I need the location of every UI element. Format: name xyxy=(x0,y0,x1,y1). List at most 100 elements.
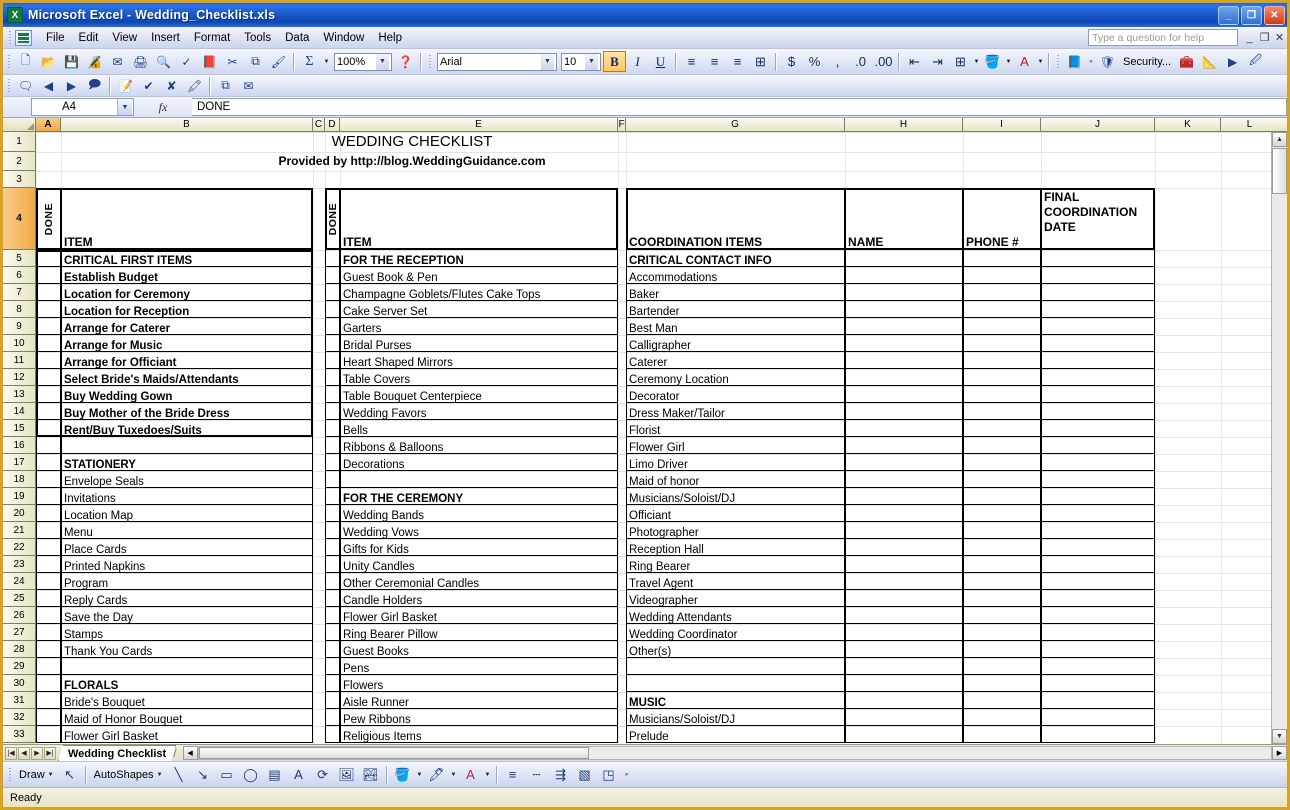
align-left-icon[interactable]: ≡ xyxy=(680,51,703,72)
fill-color-icon[interactable]: 🪣 xyxy=(391,764,415,786)
next-sheet-icon[interactable]: ▶ xyxy=(31,746,43,760)
accept-change-icon[interactable]: ✔ xyxy=(137,75,160,96)
row-header-26[interactable]: 26 xyxy=(3,607,36,624)
new-icon[interactable]: 🗋 xyxy=(14,51,37,73)
scroll-down-icon[interactable]: ▼ xyxy=(1272,729,1287,744)
borders-dropdown-icon[interactable]: ▼ xyxy=(972,51,981,72)
row-header-32[interactable]: 32 xyxy=(3,709,36,726)
shadow-style-icon[interactable]: ▧ xyxy=(573,764,597,786)
worksheet-cells[interactable]: WEDDING CHECKLIST Provided by http://blog… xyxy=(36,132,1271,744)
mail-recipient-icon[interactable]: ✉ xyxy=(237,75,260,96)
column-header-h[interactable]: H xyxy=(845,118,963,132)
help-icon[interactable]: ❓ xyxy=(394,51,417,73)
menubar-grip-handle[interactable] xyxy=(5,28,14,47)
row-header-2[interactable]: 2 xyxy=(3,152,36,171)
currency-icon[interactable]: $ xyxy=(780,51,803,72)
permission-icon[interactable]: 🔏 xyxy=(83,51,106,73)
menu-item-insert[interactable]: Insert xyxy=(144,29,187,47)
previous-sheet-icon[interactable]: ◀ xyxy=(18,746,30,760)
window-close-button[interactable]: ✕ xyxy=(1264,5,1285,25)
increase-decimal-icon[interactable]: .0 xyxy=(849,51,872,72)
row-header-23[interactable]: 23 xyxy=(3,556,36,573)
row-header-31[interactable]: 31 xyxy=(3,692,36,709)
row-header-24[interactable]: 24 xyxy=(3,573,36,590)
send-for-review-label[interactable] xyxy=(260,80,271,92)
save-icon[interactable]: 💾 xyxy=(60,51,83,73)
zoom-dropdown-icon[interactable]: ▼ xyxy=(376,53,389,70)
font-size-combo[interactable]: 10 ▼ xyxy=(561,52,601,71)
name-box[interactable]: A4 ▼ xyxy=(31,98,134,116)
menu-item-file[interactable]: File xyxy=(39,29,72,47)
last-sheet-icon[interactable]: ▶| xyxy=(44,746,56,760)
workbook-minimize-button[interactable]: _ xyxy=(1242,32,1257,44)
arrow-style-icon[interactable]: ⇶ xyxy=(549,764,573,786)
microsoft-script-editor-icon[interactable]: 🖉 xyxy=(1244,51,1267,73)
increase-indent-icon[interactable]: ⇥ xyxy=(926,51,949,72)
reviewing-toolbar-grip[interactable] xyxy=(4,76,13,95)
row-header-19[interactable]: 19 xyxy=(3,488,36,505)
font-color-dropdown-icon[interactable]: ▼ xyxy=(1036,51,1045,72)
print-icon[interactable]: 🖨 xyxy=(129,51,152,73)
fill-color-chevron-icon[interactable]: ▼ xyxy=(415,764,425,786)
row-header-18[interactable]: 18 xyxy=(3,471,36,488)
menu-item-data[interactable]: Data xyxy=(278,29,316,47)
font-color-icon[interactable]: A xyxy=(459,764,483,786)
3d-style-icon[interactable]: ◳ xyxy=(597,764,621,786)
comma-style-icon[interactable]: , xyxy=(826,51,849,72)
row-header-12[interactable]: 12 xyxy=(3,369,36,386)
column-header-e[interactable]: E xyxy=(340,118,618,132)
italic-button[interactable]: I xyxy=(626,51,649,72)
column-header-c[interactable]: C xyxy=(313,118,325,132)
row-header-13[interactable]: 13 xyxy=(3,386,36,403)
new-comment-icon[interactable]: 🗨 xyxy=(14,75,37,96)
row-header-1[interactable]: 1 xyxy=(3,132,36,152)
reject-change-icon[interactable]: ✘ xyxy=(160,75,183,96)
select-objects-icon[interactable]: ↖ xyxy=(58,764,82,786)
drawing-toolbar-grip[interactable] xyxy=(5,765,14,784)
end-review-label[interactable] xyxy=(271,80,282,92)
row-header-5[interactable]: 5 xyxy=(3,250,36,267)
open-icon[interactable]: 📂 xyxy=(37,51,60,73)
row-header-16[interactable]: 16 xyxy=(3,437,36,454)
insert-picture-icon[interactable]: 🏞 xyxy=(359,764,383,786)
row-header-10[interactable]: 10 xyxy=(3,335,36,352)
wordart-icon[interactable]: A xyxy=(287,764,311,786)
vertical-scroll-track[interactable] xyxy=(1272,194,1287,729)
row-header-17[interactable]: 17 xyxy=(3,454,36,471)
row-header-28[interactable]: 28 xyxy=(3,641,36,658)
line-icon[interactable]: ╲ xyxy=(167,764,191,786)
email-icon[interactable]: ✉ xyxy=(106,51,129,73)
autoshapes-menu-button[interactable]: AutoShapes ▼ xyxy=(90,769,167,781)
font-name-dropdown-icon[interactable]: ▼ xyxy=(541,53,554,70)
menu-item-format[interactable]: Format xyxy=(187,29,237,47)
autosum-dropdown-icon[interactable]: ▼ xyxy=(321,51,332,73)
menu-item-edit[interactable]: Edit xyxy=(72,29,106,47)
print-preview-icon[interactable]: 🔍 xyxy=(152,51,175,73)
font-color-chevron-icon[interactable]: ▼ xyxy=(483,764,493,786)
design-mode-icon[interactable]: 📐 xyxy=(1198,51,1221,73)
highlight-changes-icon[interactable]: 🖍 xyxy=(183,75,206,96)
row-header-11[interactable]: 11 xyxy=(3,352,36,369)
insert-function-icon[interactable]: fx xyxy=(159,100,168,115)
select-all-button[interactable] xyxy=(3,118,36,132)
row-header-8[interactable]: 8 xyxy=(3,301,36,318)
line-color-icon[interactable]: 🖊 xyxy=(425,764,449,786)
merge-and-center-icon[interactable]: ⊞ xyxy=(749,51,772,72)
column-header-l[interactable]: L xyxy=(1221,118,1271,132)
sheet-subtitle[interactable]: Provided by http://blog.WeddingGuidance.… xyxy=(61,152,761,171)
row-header-22[interactable]: 22 xyxy=(3,539,36,556)
track-changes-icon[interactable]: 📝 xyxy=(114,75,137,96)
row-header-9[interactable]: 9 xyxy=(3,318,36,335)
menu-item-tools[interactable]: Tools xyxy=(237,29,278,47)
visual-basic-editor-icon[interactable]: 📘 xyxy=(1063,51,1086,73)
menu-item-help[interactable]: Help xyxy=(371,29,409,47)
show-comment-icon[interactable]: 🗩 xyxy=(83,75,106,96)
first-sheet-icon[interactable]: |◀ xyxy=(5,746,17,760)
font-size-dropdown-icon[interactable]: ▼ xyxy=(585,53,598,70)
workbook-close-button[interactable]: ✕ xyxy=(1272,31,1287,44)
column-header-d[interactable]: D xyxy=(325,118,340,132)
oval-icon[interactable]: ◯ xyxy=(239,764,263,786)
line-style-icon[interactable]: ≡ xyxy=(501,764,525,786)
borders-icon[interactable]: ⊞ xyxy=(949,51,972,72)
name-box-dropdown-icon[interactable]: ▼ xyxy=(117,99,132,115)
